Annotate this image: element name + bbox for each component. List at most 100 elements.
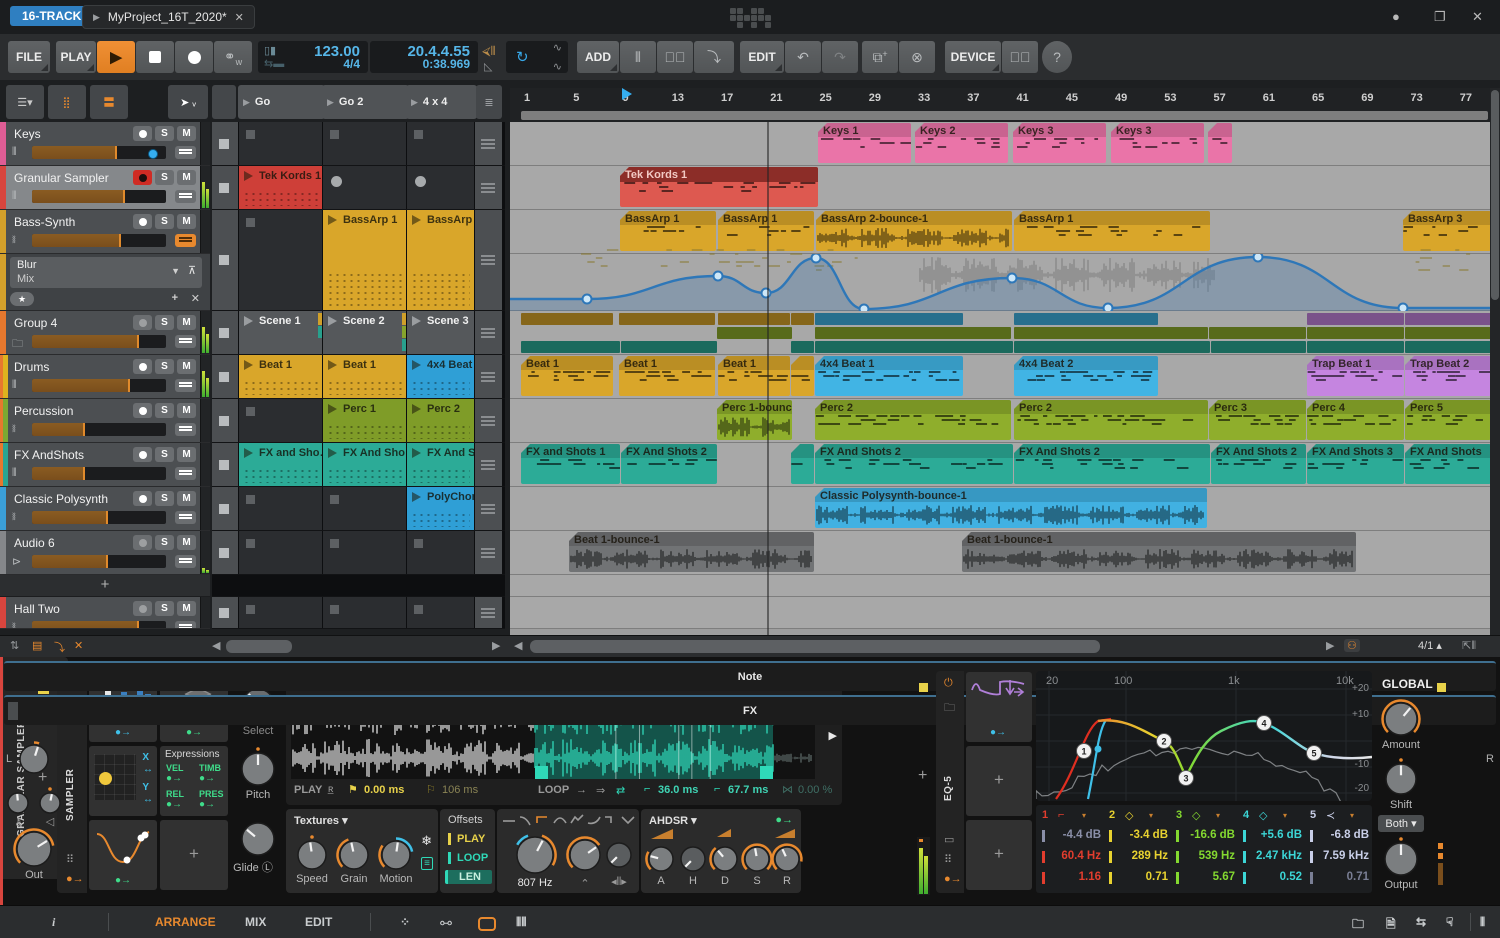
volume-slider[interactable]: [32, 335, 166, 348]
arranger-clip[interactable]: Beat 1: [718, 356, 790, 396]
track-row-fx-andshots[interactable]: FX AndShots S M ⫴: [0, 443, 210, 487]
loop-pingpong-icon[interactable]: ⇄: [616, 784, 625, 797]
tab-edit[interactable]: EDIT: [305, 915, 332, 929]
launcher-cell[interactable]: [323, 122, 406, 165]
add-modulator-cell[interactable]: +: [966, 820, 1032, 890]
launcher-cell[interactable]: [239, 487, 322, 530]
automation-param-selector[interactable]: Blur Mix ▼ ⊼: [10, 257, 202, 288]
launcher-cell[interactable]: Scene 2: [323, 311, 406, 354]
eq-band-gain-value[interactable]: -16.6 dB: [1183, 829, 1235, 841]
sample-play-icon[interactable]: ▶: [829, 729, 837, 742]
launcher-cell[interactable]: 4x4 Beat 1: [407, 355, 474, 398]
arrangement-cue-strip[interactable]: [521, 111, 1488, 120]
track-menu-button[interactable]: [175, 146, 196, 159]
launcher-cell[interactable]: [239, 531, 322, 574]
close-window-icon[interactable]: ✕: [1472, 9, 1483, 25]
speed-knob[interactable]: [293, 835, 331, 874]
volume-slider[interactable]: [32, 621, 166, 628]
arranger-clip[interactable]: Keys 3: [1013, 123, 1106, 163]
track-menu-button[interactable]: [175, 621, 196, 628]
arranger-clip[interactable]: Perc 1-bounc: [717, 400, 792, 440]
mute-button[interactable]: M: [177, 126, 196, 141]
arranger-track-lane[interactable]: Beat 1 Beat 1 Beat 1 4x4 Beat 1 4x4 Beat 2 Tr…: [510, 355, 1491, 399]
launcher-cell[interactable]: FX And Sho…: [323, 443, 406, 486]
r-envelope-knob[interactable]: [770, 842, 804, 876]
loop-end-marker[interactable]: [760, 766, 774, 779]
arranger-clip[interactable]: Perc 2: [815, 400, 1011, 440]
add-menu-button[interactable]: ADD: [577, 41, 619, 73]
launcher-cell[interactable]: [407, 122, 474, 165]
track-row-percussion[interactable]: Percussion S M ⧚: [0, 399, 210, 443]
arranger-track-lane[interactable]: Beat 1-bounce-1 Beat 1-bounce-1: [510, 531, 1490, 575]
loop-off-icon[interactable]: →: [576, 784, 587, 796]
time-signature[interactable]: 4/4: [343, 57, 360, 71]
mute-button[interactable]: M: [177, 170, 196, 185]
arranger-clip[interactable]: BassArp 1: [1014, 211, 1210, 251]
arranger-clip[interactable]: Perc 3: [1209, 400, 1306, 440]
arranger-clip[interactable]: Tek Kords 1: [620, 167, 818, 207]
a-envelope-knob[interactable]: [644, 842, 678, 876]
mute-button[interactable]: M: [177, 535, 196, 550]
track-menu-button[interactable]: [175, 467, 196, 480]
out-knob[interactable]: [12, 827, 56, 871]
eq-mode-button[interactable]: Both ▾: [1378, 815, 1424, 832]
device-grid-icon[interactable]: ⠿: [944, 853, 952, 866]
clip-stop-cell[interactable]: [212, 531, 238, 574]
metronome-icon[interactable]: ▯▮: [264, 44, 276, 57]
eq-band-freq-value[interactable]: 7.59 kHz: [1317, 850, 1369, 862]
track-menu-button[interactable]: [175, 234, 196, 247]
eq-band-q-value[interactable]: 0.71: [1116, 871, 1168, 883]
filter-freq-value[interactable]: 807 Hz: [509, 877, 561, 889]
close-panel-icon[interactable]: ✕: [74, 639, 83, 652]
arranger-track-lane[interactable]: FX and Shots 1 FX And Shots 2 FX And Shots…: [510, 443, 1491, 487]
track-menu-button[interactable]: [175, 379, 196, 392]
arranger-clip[interactable]: Perc 4: [1307, 400, 1404, 440]
launcher-cell[interactable]: [239, 597, 322, 628]
clip-menu-cell[interactable]: [475, 399, 502, 442]
mixer-columns-icon[interactable]: ⦀⦀: [516, 915, 527, 930]
device-modulation-icon[interactable]: ●→: [944, 873, 962, 885]
arranger-clip[interactable]: BassArp 2-bounce-1: [816, 211, 1012, 251]
clip-stop-cell[interactable]: [212, 355, 238, 398]
glide-knob[interactable]: [237, 818, 279, 860]
launcher-scroll-left-icon[interactable]: ◀: [212, 639, 220, 652]
pin-icon[interactable]: ⊼: [188, 264, 196, 277]
s-envelope-knob[interactable]: [740, 842, 774, 876]
position-display[interactable]: 20.4.4.55 0:38.969: [370, 41, 478, 73]
undo-button[interactable]: ↶: [785, 41, 821, 73]
chevron-down-icon[interactable]: ▾: [1283, 811, 1287, 820]
clip-stop-cell[interactable]: [212, 399, 238, 442]
envelope-follower-cell[interactable]: ●→: [966, 672, 1032, 742]
help-button[interactable]: ?: [1042, 41, 1072, 73]
pointer-tool-button[interactable]: ➤ ᵥ: [168, 85, 208, 119]
track-menu-button[interactable]: [175, 423, 196, 436]
eq-band-number[interactable]: 2: [1109, 809, 1115, 821]
eq-band-type-icon[interactable]: ◇: [1125, 809, 1133, 822]
arranger-clip[interactable]: FX And Shots 3: [1307, 444, 1404, 484]
scene-play-icon[interactable]: ▶: [327, 97, 334, 108]
arranger-clip[interactable]: FX And Shots 2: [1211, 444, 1306, 484]
eq-amount-knob[interactable]: [1380, 698, 1422, 740]
track-reorder-icon[interactable]: ⇅: [10, 639, 19, 652]
track-menu-button[interactable]: [175, 335, 196, 348]
grain-knob[interactable]: [335, 836, 373, 874]
eq-band-type-icon[interactable]: ⌐: [1058, 809, 1064, 821]
clip-menu-cell[interactable]: [475, 531, 502, 574]
eq-band-q-value[interactable]: 1.16: [1049, 871, 1101, 883]
eq-band-gain-value[interactable]: -3.4 dB: [1116, 829, 1168, 841]
launcher-cell[interactable]: [407, 531, 474, 574]
volume-slider[interactable]: [32, 555, 166, 568]
arranger-clip[interactable]: [1208, 123, 1232, 163]
launcher-cell[interactable]: Perc 1: [323, 399, 406, 442]
launcher-cell[interactable]: Beat 1: [239, 355, 322, 398]
arranger-track-lane[interactable]: [510, 597, 1490, 629]
eq-band-q-value[interactable]: 0.52: [1250, 871, 1302, 883]
record-arm-button[interactable]: [133, 447, 152, 462]
arranger-clip[interactable]: Perc 5: [1405, 400, 1491, 440]
volume-slider[interactable]: [32, 379, 166, 392]
solo-button[interactable]: S: [155, 126, 174, 141]
arranger-track-lane[interactable]: Perc 1-bounc Perc 2 Perc 2 Perc 3 Perc 4 Perc…: [510, 399, 1491, 443]
file-page-icon[interactable]: 🗎: [1386, 915, 1396, 936]
launcher-cell[interactable]: Beat 1: [323, 355, 406, 398]
add-instrument-icon[interactable]: ⫴: [620, 41, 656, 73]
